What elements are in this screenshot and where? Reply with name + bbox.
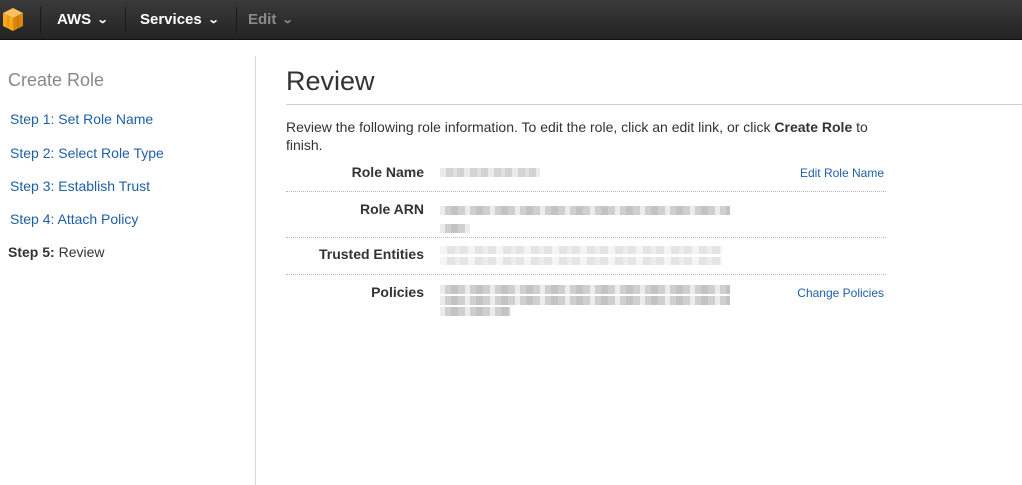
chevron-down-icon: ⌄ [207, 14, 220, 26]
redacted-role-name [440, 168, 540, 177]
role-arn-label: Role ARN [359, 201, 424, 217]
step-establish-trust-link[interactable]: Step 3: Establish Trust [10, 178, 150, 194]
chevron-down-icon: ⌄ [281, 14, 294, 26]
role-name-label: Role Name [351, 164, 424, 180]
aws-menu[interactable]: AWS ⌄ [57, 0, 109, 40]
intro-text-start: Review the following role information. T… [286, 119, 775, 135]
change-policies-link[interactable]: Change Policies [797, 286, 884, 300]
edit-menu-label: Edit [248, 11, 277, 28]
redacted-role-arn-line-2 [440, 224, 470, 233]
step-select-role-type-link[interactable]: Step 2: Select Role Type [10, 145, 164, 161]
chevron-down-icon: ⌄ [96, 14, 109, 26]
redacted-policies-line-2 [440, 296, 730, 305]
edit-menu[interactable]: Edit ⌄ [248, 0, 294, 40]
step-review-label: Review [54, 244, 105, 260]
review-instructions: Review the following role information. T… [286, 118, 886, 154]
services-menu[interactable]: Services ⌄ [140, 0, 220, 40]
intro-create-role-emphasis: Create Role [774, 119, 853, 135]
wizard-sidebar: Create Role Step 1: Set Role Name Step 2… [0, 56, 256, 485]
redacted-role-arn-line-1 [440, 206, 730, 215]
redacted-trusted-entities-line-2 [440, 257, 722, 265]
nav-divider [236, 7, 237, 33]
step-set-role-name-link[interactable]: Step 1: Set Role Name [10, 111, 153, 127]
title-divider [286, 104, 1022, 105]
review-row-role-name: Role Name Edit Role Name [286, 164, 886, 192]
services-menu-label: Services [140, 11, 202, 28]
redacted-trusted-entities-line-1 [440, 246, 722, 254]
aws-menu-label: AWS [57, 11, 92, 28]
redacted-policies-line-1 [440, 285, 730, 294]
page-title: Review [286, 66, 375, 96]
step-review-current: Step 5: Review [8, 244, 104, 260]
nav-divider [40, 7, 41, 33]
edit-role-name-link[interactable]: Edit Role Name [800, 166, 884, 180]
step-attach-policy-link[interactable]: Step 4: Attach Policy [10, 211, 138, 227]
redacted-policies-line-3 [440, 307, 510, 316]
policies-label: Policies [371, 284, 424, 300]
aws-cube-icon[interactable] [0, 6, 26, 34]
review-row-trusted-entities: Trusted Entities [286, 246, 886, 275]
top-nav-bar: AWS ⌄ Services ⌄ Edit ⌄ [0, 0, 1022, 40]
review-row-role-arn: Role ARN [286, 201, 886, 238]
step-review-prefix: Step 5: [8, 244, 55, 260]
trusted-entities-label: Trusted Entities [318, 246, 424, 262]
sidebar-title: Create Role [8, 70, 105, 90]
nav-divider [125, 7, 126, 33]
review-row-policies: Policies Change Policies [286, 284, 886, 318]
